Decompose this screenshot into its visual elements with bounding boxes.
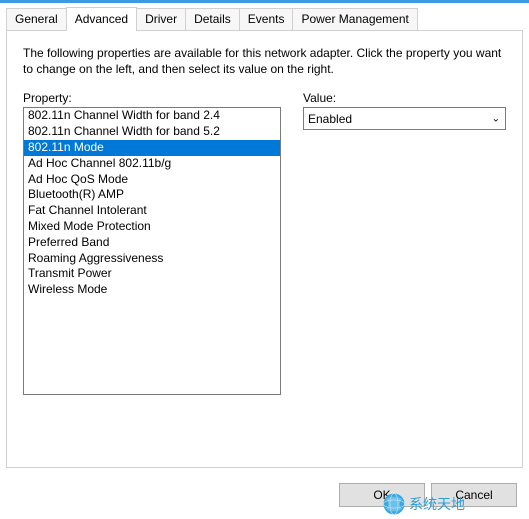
tab-general[interactable]: General	[6, 8, 67, 30]
ok-button[interactable]: OK	[339, 483, 425, 507]
property-item[interactable]: Preferred Band	[24, 235, 280, 251]
value-column: Value: Enabled ⌄	[303, 91, 506, 395]
tab-events[interactable]: Events	[239, 8, 294, 30]
value-select-wrap: Enabled ⌄	[303, 107, 506, 130]
property-item[interactable]: 802.11n Channel Width for band 2.4	[24, 108, 280, 124]
tab-driver[interactable]: Driver	[136, 8, 186, 30]
property-item[interactable]: Ad Hoc Channel 802.11b/g	[24, 156, 280, 172]
property-column: Property: 802.11n Channel Width for band…	[23, 91, 281, 395]
property-item[interactable]: Mixed Mode Protection	[24, 219, 280, 235]
intro-text: The following properties are available f…	[23, 45, 506, 77]
cancel-button[interactable]: Cancel	[431, 483, 517, 507]
property-item[interactable]: Roaming Aggressiveness	[24, 251, 280, 267]
property-item[interactable]: Wireless Mode	[24, 282, 280, 298]
property-item[interactable]: 802.11n Mode	[24, 140, 280, 156]
property-list[interactable]: 802.11n Channel Width for band 2.4802.11…	[23, 107, 281, 395]
tab-advanced[interactable]: Advanced	[66, 7, 137, 31]
property-item[interactable]: Bluetooth(R) AMP	[24, 187, 280, 203]
tab-panel-advanced: The following properties are available f…	[6, 30, 523, 468]
value-select[interactable]: Enabled	[303, 107, 506, 130]
tab-strip: General Advanced Driver Details Events P…	[0, 3, 529, 30]
columns: Property: 802.11n Channel Width for band…	[23, 91, 506, 395]
tab-power-management[interactable]: Power Management	[292, 8, 417, 30]
property-label: Property:	[23, 91, 281, 105]
value-label: Value:	[303, 91, 506, 105]
property-item[interactable]: Fat Channel Intolerant	[24, 203, 280, 219]
tab-details[interactable]: Details	[185, 8, 240, 30]
dialog-button-row: OK Cancel	[339, 483, 517, 507]
property-item[interactable]: Transmit Power	[24, 266, 280, 282]
property-item[interactable]: Ad Hoc QoS Mode	[24, 172, 280, 188]
property-item[interactable]: 802.11n Channel Width for band 5.2	[24, 124, 280, 140]
